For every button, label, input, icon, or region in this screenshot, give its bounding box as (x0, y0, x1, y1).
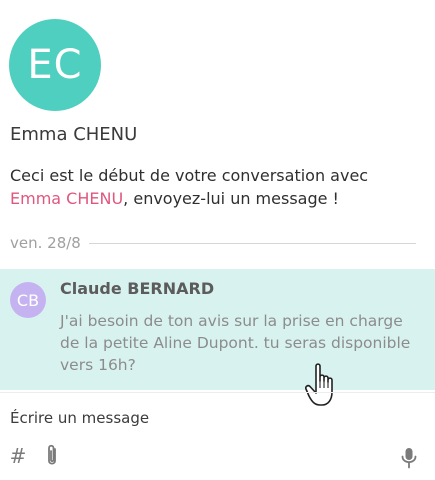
hash-icon[interactable]: # (7, 444, 29, 468)
microphone-icon[interactable] (399, 446, 419, 470)
contact-name: Emma CHENU (10, 124, 138, 145)
intro-prefix: Ceci est le début de votre conversation … (10, 166, 369, 185)
message-text: J'ai besoin de ton avis sur la prise en … (60, 312, 411, 374)
contact-avatar: EC (9, 19, 101, 111)
date-label: ven. 28/8 (10, 234, 81, 252)
composer-divider (0, 392, 435, 393)
date-separator: ven. 28/8 (10, 233, 416, 253)
intro-suffix: , envoyez-lui un message ! (123, 189, 339, 208)
message-input[interactable] (8, 404, 432, 432)
contact-initials: EC (27, 42, 83, 88)
date-divider-line (88, 242, 416, 244)
sender-avatar[interactable]: CB (10, 282, 46, 318)
paperclip-icon[interactable] (42, 443, 62, 469)
conversation-intro: Ceci est le début de votre conversation … (10, 164, 420, 210)
contact-name-link[interactable]: Emma CHENU (10, 189, 123, 208)
sender-name[interactable]: Claude BERNARD (60, 279, 214, 298)
sender-initials: CB (16, 290, 40, 310)
hand-pointer-cursor-icon (305, 363, 333, 406)
